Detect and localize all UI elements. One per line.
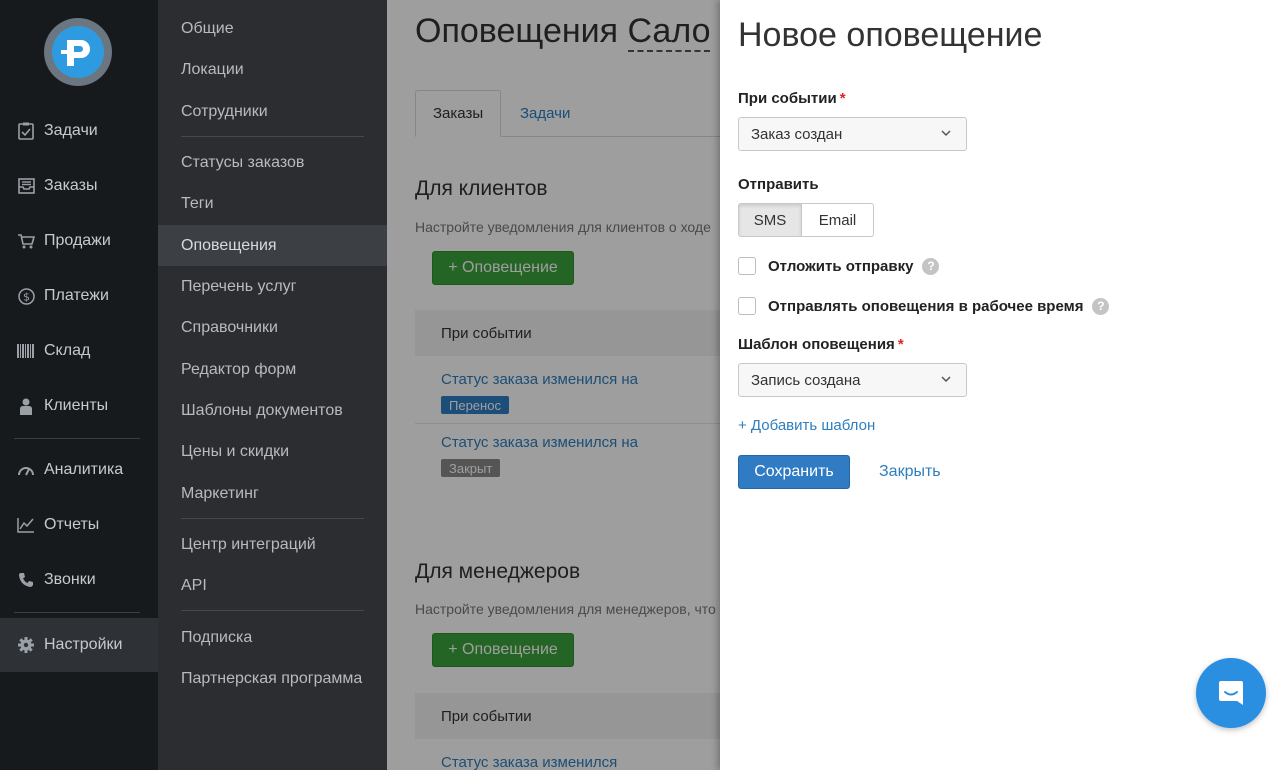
submenu-item-api[interactable]: API: [158, 565, 387, 606]
sidebar-item-label: Звонки: [44, 571, 96, 588]
template-select-value: Запись создана: [751, 371, 861, 389]
sidebar-item-label: Задачи: [44, 122, 98, 139]
modal-backdrop[interactable]: [387, 0, 720, 770]
submenu-item-general[interactable]: Общие: [158, 8, 387, 49]
settings-submenu: Общие Локации Сотрудники Статусы заказов…: [158, 0, 387, 770]
sidebar-item-payments[interactable]: $ Платежи: [0, 269, 158, 323]
sidebar-item-orders[interactable]: Заказы: [0, 159, 158, 213]
inbox-icon: [16, 176, 36, 196]
sidebar-divider: [14, 612, 140, 613]
dollar-icon: $: [16, 286, 36, 306]
clipboard-check-icon: [16, 121, 36, 141]
sidebar-item-label: Склад: [44, 342, 91, 359]
sidebar-item-label: Продажи: [44, 232, 111, 249]
phone-icon: [16, 570, 36, 590]
worktime-label: Отправлять оповещения в рабочее время: [768, 297, 1084, 315]
email-option-button[interactable]: Email: [802, 203, 874, 237]
submenu-divider: [181, 610, 364, 611]
event-select[interactable]: Заказ создан: [738, 117, 967, 151]
submenu-item-employees[interactable]: Сотрудники: [158, 91, 387, 132]
new-notification-panel: Новое оповещение При событии * Заказ созд…: [720, 0, 1280, 770]
sidebar-item-clients[interactable]: Клиенты: [0, 379, 158, 433]
sidebar-item-sales[interactable]: Продажи: [0, 214, 158, 268]
submenu-item-integrations[interactable]: Центр интеграций: [158, 524, 387, 565]
send-channel-toggle: SMS Email: [738, 203, 874, 237]
chevron-down-icon: [941, 130, 951, 137]
logo-mark-icon: [52, 26, 104, 78]
delay-send-label: Отложить отправку: [768, 257, 914, 275]
event-select-value: Заказ создан: [751, 125, 843, 143]
chat-bubble-icon: [1219, 681, 1243, 705]
template-select[interactable]: Запись создана: [738, 363, 967, 397]
sidebar-item-calls[interactable]: Звонки: [0, 553, 158, 607]
submenu-item-tags[interactable]: Теги: [158, 183, 387, 224]
sidebar-item-label: Заказы: [44, 177, 98, 194]
cart-icon: [16, 231, 36, 251]
barcode-icon: [16, 341, 36, 361]
sidebar-item-settings[interactable]: Настройки: [0, 618, 158, 672]
help-icon[interactable]: ?: [1092, 297, 1110, 315]
worktime-row: Отправлять оповещения в рабочее время ?: [738, 296, 1110, 316]
submenu-item-document-templates[interactable]: Шаблоны документов: [158, 390, 387, 431]
app-logo[interactable]: [44, 18, 112, 86]
event-label-text: При событии: [738, 90, 837, 107]
submenu-item-directories[interactable]: Справочники: [158, 307, 387, 348]
submenu-item-subscription[interactable]: Подписка: [158, 617, 387, 658]
submenu-item-notifications[interactable]: Оповещения: [158, 225, 387, 266]
submenu-item-services[interactable]: Перечень услуг: [158, 266, 387, 307]
gear-icon: [16, 635, 36, 655]
user-icon: [16, 396, 36, 416]
sidebar-item-label: Платежи: [44, 287, 109, 304]
required-marker: *: [897, 336, 904, 353]
sidebar-divider: [14, 438, 140, 439]
sidebar-item-label: Настройки: [44, 636, 123, 653]
event-field-label: При событии *: [738, 90, 846, 107]
panel-title: Новое оповещение: [738, 16, 1043, 54]
sidebar-item-label: Отчеты: [44, 516, 100, 533]
gauge-icon: [16, 460, 36, 480]
submenu-item-marketing[interactable]: Маркетинг: [158, 473, 387, 514]
sidebar-item-label: Аналитика: [44, 461, 124, 478]
submenu-item-form-editor[interactable]: Редактор форм: [158, 349, 387, 390]
delay-send-checkbox[interactable]: [738, 257, 756, 275]
submenu-item-locations[interactable]: Локации: [158, 49, 387, 90]
add-template-link[interactable]: + Добавить шаблон: [738, 417, 875, 434]
main-sidebar: Задачи Заказы Продажи $ Платежи Склад Кл…: [0, 0, 158, 770]
submenu-divider: [181, 518, 364, 519]
submenu-item-partner-program[interactable]: Партнерская программа: [158, 658, 387, 699]
template-label-text: Шаблон оповещения: [738, 336, 895, 353]
sms-option-button[interactable]: SMS: [738, 203, 802, 237]
sidebar-item-label: Клиенты: [44, 397, 109, 414]
worktime-checkbox[interactable]: [738, 297, 756, 315]
chevron-down-icon: [941, 376, 951, 383]
svg-text:$: $: [23, 290, 30, 303]
sidebar-item-reports[interactable]: Отчеты: [0, 498, 158, 552]
help-icon[interactable]: ?: [922, 257, 940, 275]
line-chart-icon: [16, 515, 36, 535]
sidebar-item-tasks[interactable]: Задачи: [0, 104, 158, 158]
close-link[interactable]: Закрыть: [879, 463, 941, 481]
template-field-label: Шаблон оповещения *: [738, 336, 904, 353]
submenu-divider: [181, 136, 364, 137]
sidebar-item-warehouse[interactable]: Склад: [0, 324, 158, 378]
submenu-item-order-statuses[interactable]: Статусы заказов: [158, 142, 387, 183]
sidebar-item-analytics[interactable]: Аналитика: [0, 443, 158, 497]
submenu-item-prices[interactable]: Цены и скидки: [158, 431, 387, 472]
send-field-label: Отправить: [738, 176, 819, 193]
chat-widget-button[interactable]: [1196, 658, 1266, 728]
save-button[interactable]: Сохранить: [738, 455, 850, 489]
delay-send-row: Отложить отправку ?: [738, 256, 940, 276]
required-marker: *: [839, 90, 846, 107]
